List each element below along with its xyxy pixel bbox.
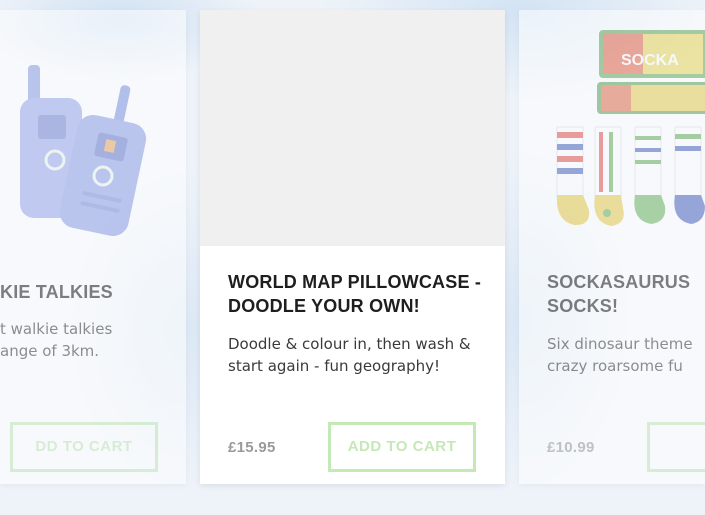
- product-title: KIE TALKIES: [0, 282, 113, 302]
- product-title-line[interactable]: SOCKASAURUS: [547, 270, 690, 294]
- product-description-line: t walkie talkies: [0, 320, 113, 338]
- product-image-placeholder: [200, 10, 505, 246]
- product-price: £15.95: [228, 439, 276, 456]
- product-title-line[interactable]: WORLD MAP PILLOWCASE -: [228, 270, 481, 294]
- add-to-cart-button[interactable]: [647, 422, 705, 472]
- product-description-line: start again - fun geography!: [228, 357, 441, 375]
- product-title-line[interactable]: SOCKS!: [547, 294, 618, 318]
- product-description-line: Doodle & colour in, then wash &: [228, 335, 471, 353]
- add-to-cart-button[interactable]: DD TO CART: [10, 422, 158, 472]
- socks-icon: SOCKA: [556, 30, 705, 226]
- product-description-line: crazy roarsome fu: [547, 357, 683, 375]
- product-price: £10.99: [547, 439, 595, 456]
- add-to-cart-button[interactable]: ADD TO CART: [328, 422, 476, 472]
- box-brand-text: SOCKA: [621, 52, 679, 69]
- product-title-line[interactable]: DOODLE YOUR OWN!: [228, 294, 420, 318]
- product-description-line: Six dinosaur theme: [547, 335, 693, 353]
- product-card-world-map-pillowcase[interactable]: WORLD MAP PILLOWCASE - DOODLE YOUR OWN! …: [200, 10, 505, 484]
- product-image-walkie-talkies: [0, 10, 186, 246]
- product-card-sockasaurus-socks[interactable]: SOCKA SOCKASAURUS SOCKS! Six dinosaur th…: [519, 10, 705, 484]
- product-description-line: ange of 3km.: [0, 342, 100, 360]
- walkie-talkie-icon: [20, 65, 147, 237]
- product-card-walkie-talkies[interactable]: KIE TALKIES t walkie talkies ange of 3km…: [0, 10, 186, 484]
- product-image-sockasaurus: SOCKA: [519, 10, 705, 246]
